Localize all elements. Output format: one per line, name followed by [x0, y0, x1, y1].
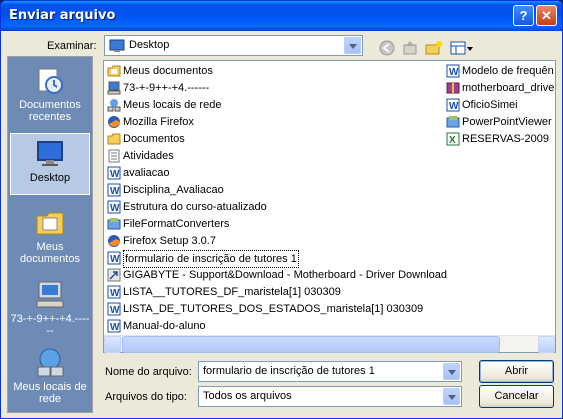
filename-label: Nome do arquivo:: [105, 366, 192, 378]
svg-text:W: W: [110, 305, 120, 316]
recent-documents-icon: [38, 68, 63, 94]
place-label: Documentos recentes: [19, 99, 81, 123]
file-name: OficioSimei: [462, 99, 518, 111]
chevron-down-icon[interactable]: [344, 37, 361, 54]
file-name: RESERVAS-2009: [462, 133, 550, 145]
file-name: Modelo de frequên: [462, 65, 554, 77]
file-name: motherboard_drive: [462, 82, 555, 94]
cancel-button[interactable]: Cancelar: [479, 385, 554, 408]
svg-text:X: X: [449, 135, 456, 146]
file-name: Meus locais de rede: [123, 99, 222, 111]
back-icon[interactable]: [377, 39, 399, 57]
place-label: Meus documentos: [20, 241, 80, 265]
my-computer-icon: [36, 281, 64, 308]
installer-icon: [446, 116, 460, 128]
file-name: Atividades: [123, 150, 174, 162]
place-my-documents[interactable]: Meus documentos: [10, 207, 90, 273]
scroll-left-button[interactable]: [104, 336, 121, 353]
look-in-combo[interactable]: Desktop: [104, 35, 363, 56]
place-my-computer[interactable]: 73-+-9++-+4.------: [10, 279, 90, 339]
place-label: Meus locais de rede: [13, 381, 87, 405]
svg-text:W: W: [110, 169, 120, 180]
text-file-icon: [108, 149, 120, 163]
filetype-select[interactable]: Todos os arquivos: [198, 386, 462, 407]
chevron-down-icon[interactable]: [443, 388, 460, 405]
word-doc-icon: W: [446, 98, 460, 112]
file-name: FileFormatConverters: [123, 218, 230, 230]
place-label: 73-+-9++-+4.------: [10, 313, 90, 337]
file-name: 73-+-9++-+4.------: [123, 82, 210, 94]
desktop-icon: [37, 141, 63, 166]
file-list[interactable]: Meus documentos 73-+-9++-+4.------ Meus lo…: [103, 60, 556, 353]
my-documents-icon: [36, 212, 64, 235]
places-bar: Documentos recentes Desktop Meus documen…: [7, 56, 93, 413]
scroll-thumb[interactable]: [122, 336, 500, 353]
file-name: Firefox Setup 3.0.7: [123, 235, 216, 247]
file-name: Estrutura do curso-atualizado: [123, 201, 267, 213]
my-documents-icon: [107, 65, 121, 77]
up-folder-icon[interactable]: [400, 39, 422, 57]
place-desktop[interactable]: Desktop: [10, 133, 90, 195]
look-in-label: Examinar:: [47, 40, 97, 52]
word-doc-icon: W: [107, 251, 121, 265]
word-doc-icon: W: [107, 319, 121, 333]
svg-text:W: W: [449, 101, 459, 112]
archive-icon: [446, 82, 460, 94]
place-network-places[interactable]: Meus locais de rede: [10, 347, 90, 409]
chevron-down-icon[interactable]: [443, 363, 460, 380]
word-doc-icon: W: [107, 302, 121, 316]
file-name: PowerPointViewer: [462, 116, 552, 128]
file-name: formulario de inscrição de tutores 1: [123, 250, 299, 268]
scroll-right-button[interactable]: [538, 336, 555, 353]
filename-value: formulario de inscrição de tutores 1: [203, 365, 375, 377]
views-menu-icon[interactable]: [449, 39, 475, 57]
firefox-setup-icon: [108, 235, 120, 247]
file-name: Manual-do-aluno: [123, 320, 206, 332]
file-name: LISTA_DE_TUTORES_DOS_ESTADOS_maristela[1…: [123, 303, 424, 315]
svg-text:W: W: [449, 67, 459, 78]
open-button[interactable]: Abrir: [479, 360, 554, 383]
file-name: Disciplina_Avaliacao: [123, 184, 224, 196]
excel-icon: X: [446, 132, 460, 146]
word-doc-icon: W: [446, 64, 460, 78]
word-doc-icon: W: [107, 183, 121, 197]
file-name: Documentos: [123, 133, 185, 145]
filename-input[interactable]: formulario de inscrição de tutores 1: [198, 361, 462, 382]
network-places-icon: [37, 348, 64, 377]
file-dialog-window: Enviar arquivo ? ✕ Examinar: Desktop Doc…: [0, 0, 563, 419]
new-folder-icon[interactable]: [423, 39, 445, 57]
svg-text:W: W: [110, 203, 120, 214]
file-name: avaliacao: [123, 167, 170, 179]
desktop-icon: [109, 39, 125, 52]
shortcut-icon: [107, 268, 121, 282]
installer-icon: [107, 218, 121, 230]
folder-icon: [107, 133, 121, 145]
file-name: GIGABYTE - Support&Download - Motherboar…: [123, 269, 448, 281]
window-title: Enviar arquivo: [9, 8, 116, 23]
svg-text:W: W: [110, 322, 120, 333]
my-computer-icon: [107, 81, 121, 95]
file-name: LISTA__TUTORES_DF_maristela[1] 030309: [123, 286, 341, 298]
network-places-icon: [107, 99, 121, 112]
look-in-value: Desktop: [129, 39, 170, 51]
horizontal-scrollbar[interactable]: [104, 335, 555, 353]
place-label: Desktop: [29, 172, 71, 184]
close-button[interactable]: ✕: [536, 5, 557, 26]
help-button[interactable]: ?: [513, 5, 534, 26]
svg-text:W: W: [110, 288, 120, 299]
file-name: Mozilla Firefox: [123, 116, 194, 128]
filetype-value: Todos os arquivos: [203, 390, 292, 402]
svg-text:W: W: [110, 254, 120, 265]
filetype-label: Arquivos do tipo:: [105, 391, 187, 403]
word-doc-icon: W: [107, 285, 121, 299]
file-name: Meus documentos: [123, 65, 213, 77]
word-doc-icon: W: [107, 166, 121, 180]
svg-text:W: W: [110, 186, 120, 197]
firefox-icon: [108, 116, 120, 128]
title-bar: Enviar arquivo ? ✕: [1, 1, 562, 31]
place-recent-documents[interactable]: Documentos recentes: [10, 65, 90, 131]
word-doc-icon: W: [107, 200, 121, 214]
